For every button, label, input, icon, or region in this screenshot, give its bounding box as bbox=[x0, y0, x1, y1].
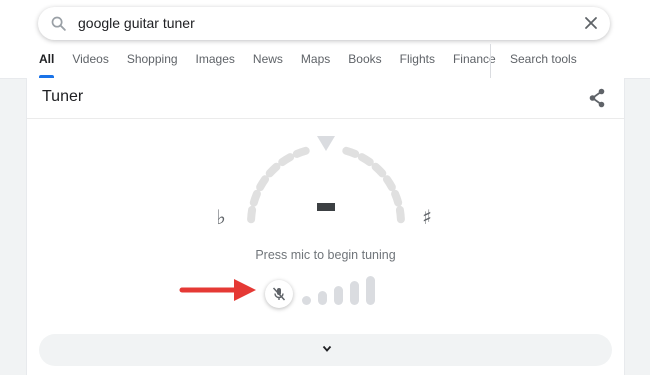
tab-shopping[interactable]: Shopping bbox=[118, 52, 187, 78]
tab-videos[interactable]: Videos bbox=[63, 52, 117, 78]
pointer-arrow-icon bbox=[179, 279, 256, 301]
note-display-bar bbox=[317, 203, 335, 211]
search-header: google guitar tuner All Videos Shopping … bbox=[0, 0, 650, 79]
close-icon[interactable] bbox=[584, 16, 598, 30]
tuner-card: Tuner – ♭ ♯ Press mic to begin tuning bbox=[26, 78, 625, 375]
level-bar bbox=[318, 291, 327, 305]
search-input[interactable]: google guitar tuner bbox=[78, 15, 195, 31]
sharp-icon: ♯ bbox=[422, 205, 432, 229]
input-level-meter bbox=[302, 276, 375, 305]
note-display: – bbox=[326, 195, 327, 197]
pitch-indicator bbox=[317, 136, 335, 151]
tuner-status: Press mic to begin tuning bbox=[255, 248, 396, 262]
gauge-segment bbox=[357, 153, 374, 167]
search-box[interactable]: google guitar tuner bbox=[38, 7, 610, 40]
tabs-divider bbox=[490, 44, 491, 78]
tab-flights[interactable]: Flights bbox=[391, 52, 444, 78]
mic-button[interactable] bbox=[265, 280, 293, 308]
gauge-segment bbox=[249, 189, 261, 207]
mic-off-icon bbox=[272, 287, 286, 301]
flat-icon: ♭ bbox=[216, 205, 225, 229]
level-bar bbox=[366, 276, 375, 305]
tab-books[interactable]: Books bbox=[339, 52, 390, 78]
search-tools-button[interactable]: Search tools bbox=[510, 52, 577, 66]
expand-button[interactable] bbox=[39, 334, 612, 366]
tab-finance[interactable]: Finance bbox=[444, 52, 505, 78]
level-bar bbox=[350, 281, 359, 305]
tuner-gauge: – ♭ ♯ bbox=[216, 136, 432, 229]
chevron-down-icon bbox=[322, 345, 332, 352]
gauge-segment bbox=[395, 205, 405, 224]
gauge-segment bbox=[256, 175, 270, 192]
tab-news[interactable]: News bbox=[244, 52, 292, 78]
gauge-segment bbox=[371, 162, 387, 178]
gauge-segment bbox=[278, 153, 295, 167]
tab-all[interactable]: All bbox=[30, 52, 63, 78]
tab-maps[interactable]: Maps bbox=[292, 52, 339, 78]
search-tabs: All Videos Shopping Images News Maps Boo… bbox=[30, 52, 505, 78]
gauge-segment bbox=[382, 175, 396, 192]
gauge-segment bbox=[265, 162, 281, 178]
gauge-segment bbox=[391, 189, 403, 207]
search-icon[interactable] bbox=[50, 15, 67, 32]
level-bar bbox=[334, 286, 343, 305]
gauge-segment bbox=[292, 146, 310, 158]
gauge-segment bbox=[342, 146, 360, 158]
level-bar bbox=[302, 296, 311, 305]
gauge-segment bbox=[247, 205, 257, 224]
tab-images[interactable]: Images bbox=[187, 52, 244, 78]
